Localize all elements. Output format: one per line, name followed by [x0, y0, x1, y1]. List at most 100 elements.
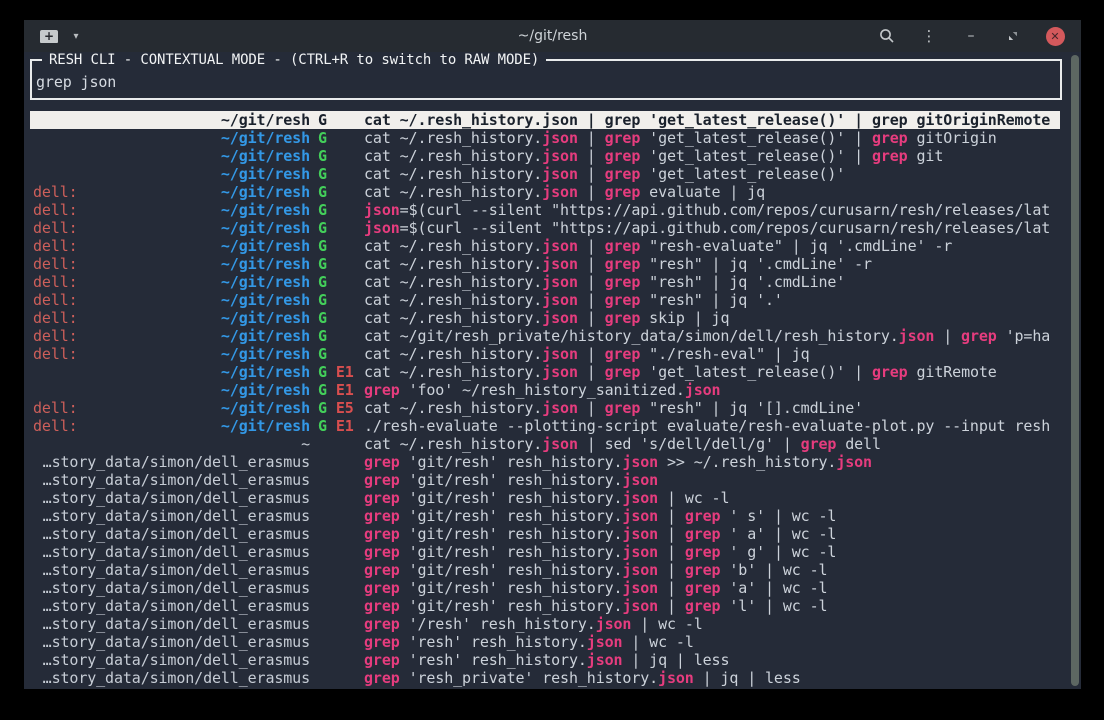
flag-exit-code: E1: [336, 363, 354, 381]
history-row[interactable]: dell:~/git/reshGjson=$(curl --silent "ht…: [30, 201, 1060, 219]
history-row[interactable]: ~cat ~/.resh_history.json | sed 's/dell/…: [30, 435, 1060, 453]
history-row[interactable]: dell:~/git/reshG E1./resh-evaluate --plo…: [30, 417, 1060, 435]
history-row[interactable]: …story_data/simon/dell_erasmusgrep 'git/…: [30, 525, 1060, 543]
command-text: 'p=ha: [997, 327, 1050, 345]
menu-button[interactable]: ⋮: [915, 23, 943, 49]
row-flags: G E1: [310, 417, 364, 435]
row-host-dir: …story_data/simon/dell_erasmus: [33, 597, 310, 615]
row-host: dell:: [33, 219, 78, 237]
command-text: grep: [605, 165, 641, 183]
row-flags: [310, 453, 364, 471]
command-text: json: [364, 219, 400, 237]
command-text: grep: [605, 237, 641, 255]
command-text: 'git/resh' resh_history.: [400, 597, 623, 615]
history-row[interactable]: dell:~/git/reshGcat ~/.resh_history.json…: [30, 291, 1060, 309]
history-row[interactable]: …story_data/simon/dell_erasmusgrep 'git/…: [30, 453, 1060, 471]
command-text: | wc -l: [631, 615, 702, 633]
row-flags: G: [310, 111, 364, 129]
command-text: | sed 's/dell/dell/g' |: [578, 435, 801, 453]
resh-query-box: RESH CLI - CONTEXTUAL MODE - (CTRL+R to …: [30, 59, 1062, 100]
command-text: |: [578, 255, 605, 273]
row-flags: G: [310, 309, 364, 327]
command-text: grep: [364, 471, 400, 489]
history-row[interactable]: ~/git/reshGcat ~/.resh_history.json | gr…: [30, 147, 1060, 165]
titlebar[interactable]: + ▾ ~/git/resh ⋮ –: [24, 20, 1081, 52]
command-text: grep: [364, 489, 400, 507]
command-text: json: [836, 453, 872, 471]
flag-git: G: [318, 399, 327, 417]
command-text: grep: [364, 597, 400, 615]
row-command: json=$(curl --silent "https://api.github…: [364, 201, 1060, 219]
command-text: grep: [605, 183, 641, 201]
history-row[interactable]: …story_data/simon/dell_erasmusgrep 'git/…: [30, 489, 1060, 507]
history-row[interactable]: dell:~/git/reshGcat ~/.resh_history.json…: [30, 273, 1060, 291]
row-flags: G: [310, 273, 364, 291]
history-row[interactable]: dell:~/git/reshGcat ~/.resh_history.json…: [30, 345, 1060, 363]
history-row[interactable]: …story_data/simon/dell_erasmusgrep 'resh…: [30, 633, 1060, 651]
history-row[interactable]: dell:~/git/reshGcat ~/.resh_history.json…: [30, 237, 1060, 255]
scrollbar-thumb[interactable]: [1071, 55, 1079, 686]
history-row[interactable]: dell:~/git/reshGcat ~/.resh_history.json…: [30, 255, 1060, 273]
history-row[interactable]: …story_data/simon/dell_erasmusgrep 'git/…: [30, 579, 1060, 597]
search-query-input[interactable]: grep json: [36, 73, 1060, 91]
restore-button[interactable]: [999, 23, 1027, 49]
flag-git: G: [318, 273, 327, 291]
command-text: |: [658, 561, 685, 579]
history-row[interactable]: …story_data/simon/dell_erasmusgrep 'git/…: [30, 543, 1060, 561]
command-text: json: [622, 453, 658, 471]
new-tab-button[interactable]: +: [36, 24, 62, 48]
command-text: grep: [364, 561, 400, 579]
flag-git: G: [318, 237, 327, 255]
history-row[interactable]: dell:~/git/reshGcat ~/.resh_history.json…: [30, 309, 1060, 327]
command-text: json: [542, 237, 578, 255]
history-row[interactable]: ~/git/reshGcat ~/.resh_history.json | gr…: [30, 165, 1060, 183]
history-row[interactable]: …story_data/simon/dell_erasmus grep 'git/…: [30, 597, 1060, 615]
row-host-dir: …story_data/simon/dell_erasmus: [33, 489, 310, 507]
row-directory: …story_data/simon/dell_erasmus: [43, 507, 310, 525]
history-row[interactable]: …story_data/simon/dell_erasmusgrep '/res…: [30, 615, 1060, 633]
history-row[interactable]: …story_data/simon/dell_erasmusgrep 'resh…: [30, 651, 1060, 669]
command-text: |: [578, 309, 605, 327]
history-row[interactable]: dell:~/git/reshGjson=$(curl --silent "ht…: [30, 219, 1060, 237]
command-text: cat ~/.resh_history.: [364, 363, 542, 381]
row-directory: ~/git/resh: [221, 399, 310, 417]
command-text: |: [658, 525, 685, 543]
history-row[interactable]: …story_data/simon/dell_erasmusgrep 'git/…: [30, 471, 1060, 489]
row-flags: [310, 615, 364, 633]
row-host-dir: dell:~/git/resh: [33, 327, 310, 345]
command-text: json: [542, 255, 578, 273]
history-row[interactable]: ~/git/reshGcat ~/.resh_history.json | gr…: [30, 111, 1060, 129]
command-text: cat ~/.resh_history.: [364, 309, 542, 327]
tab-dropdown-button[interactable]: ▾: [66, 24, 86, 48]
history-row[interactable]: dell:~/git/reshG E5cat ~/.resh_history.j…: [30, 399, 1060, 417]
search-button[interactable]: [873, 23, 901, 49]
command-text: cat ~/.resh_history.: [364, 291, 542, 309]
history-row[interactable]: ~/git/reshG E1grep 'foo' ~/resh_history_…: [30, 381, 1060, 399]
command-text: 'git/resh' resh_history.: [400, 453, 623, 471]
minimize-button[interactable]: –: [957, 23, 985, 49]
history-row[interactable]: …story_data/simon/dell_erasmusgrep 'git/…: [30, 561, 1060, 579]
history-row[interactable]: …story_data/simon/dell_erasmusgrep 'git/…: [30, 507, 1060, 525]
command-text: 'resh_private' resh_history.: [400, 669, 658, 687]
history-row[interactable]: ~/git/reshGcat ~/.resh_history.json | gr…: [30, 129, 1060, 147]
history-row[interactable]: ~/git/reshG E1cat ~/.resh_history.json |…: [30, 363, 1060, 381]
row-host-dir: dell:~/git/resh: [33, 309, 310, 327]
command-text: 'git/resh' resh_history.: [400, 543, 623, 561]
command-text: 'resh' resh_history.: [400, 651, 587, 669]
row-command: cat ~/.resh_history.json | grep "resh" |…: [364, 291, 1060, 309]
history-row[interactable]: …story_data/simon/dell_erasmusgrep 'resh…: [30, 669, 1060, 687]
close-button[interactable]: ✕: [1041, 23, 1069, 49]
row-command: grep 'git/resh' resh_history.json | grep…: [364, 579, 1060, 597]
row-directory: ~/git/resh: [221, 273, 310, 291]
command-text: grep: [364, 507, 400, 525]
row-directory: ~: [301, 435, 310, 453]
command-text: =$(curl --silent "https://api.github.com…: [400, 219, 1051, 237]
command-text: |: [578, 399, 605, 417]
history-row[interactable]: dell:~/git/reshGcat ~/.resh_history.json…: [30, 183, 1060, 201]
row-host: dell:: [33, 399, 78, 417]
flag-git: G: [318, 345, 327, 363]
kebab-menu-icon: ⋮: [922, 27, 937, 45]
command-text: cat ~/.resh_history.: [364, 435, 542, 453]
history-row[interactable]: dell:~/git/reshGcat ~/git/resh_private/h…: [30, 327, 1060, 345]
row-flags: [310, 489, 364, 507]
